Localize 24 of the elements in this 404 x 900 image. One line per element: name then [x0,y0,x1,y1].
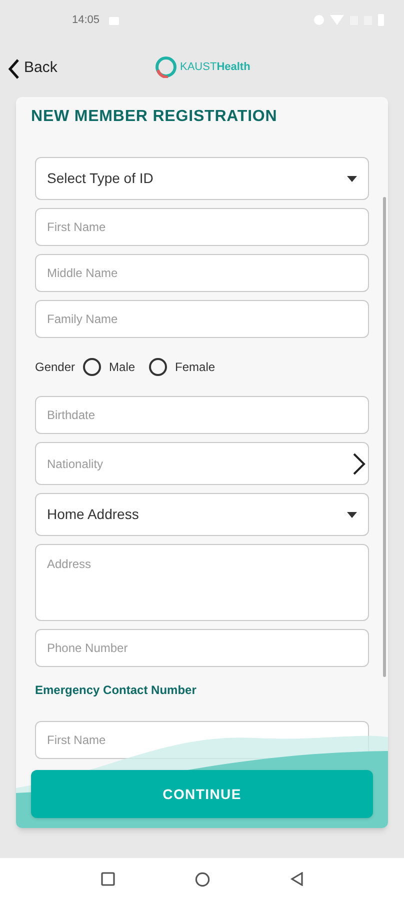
form-title: NEW MEMBER REGISTRATION [31,107,278,127]
gender-label: Gender [35,359,76,376]
logo-text: KAUSTHealth [180,60,250,75]
input-field[interactable]: Birthdate [35,396,369,434]
radio-option[interactable]: Female [149,358,216,376]
select-dropdown[interactable]: Select Type of ID [35,157,369,200]
input-field[interactable]: Middle Name [35,254,369,292]
input-field[interactable]: First Name [35,208,369,246]
address-field[interactable]: Address [35,544,369,621]
select-dropdown[interactable]: Home Address [35,493,369,536]
back-button[interactable]: Back [8,57,58,80]
radio-option[interactable]: Male [83,358,136,376]
input-field[interactable]: Phone Number [35,629,369,667]
dropdown-caret-icon [347,512,357,518]
status-time: 14:05 [72,12,100,28]
chevron-right-icon [352,452,366,476]
back-nav-icon[interactable] [290,872,304,886]
input-field[interactable]: Family Name [35,300,369,338]
home-icon[interactable] [194,872,210,886]
chevron-left-icon [8,58,20,80]
recent-apps-icon[interactable] [100,872,114,886]
logo-icon [155,56,177,78]
dropdown-caret-icon [347,176,357,182]
section-heading: Emergency Contact Number [35,682,198,699]
